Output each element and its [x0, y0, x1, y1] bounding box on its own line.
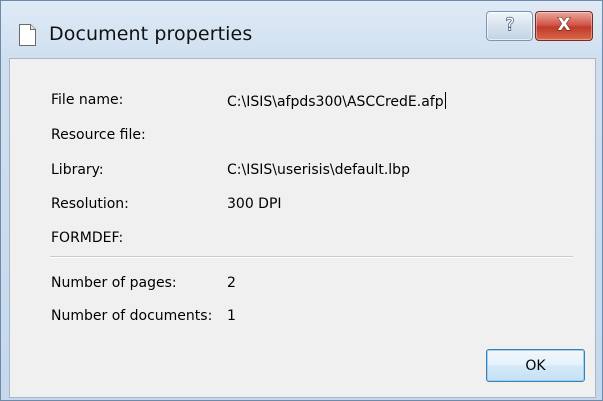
help-icon: ?	[502, 14, 518, 37]
number-of-pages-label: Number of pages:	[51, 275, 177, 291]
resource-file-label: Resource file:	[51, 127, 146, 143]
resolution-value: 300 DPI	[227, 196, 282, 212]
file-name-label: File name:	[51, 92, 124, 108]
window-title: Document properties	[49, 23, 253, 45]
number-of-documents-value: 1	[227, 308, 236, 324]
document-icon	[19, 24, 36, 46]
close-button[interactable]: X	[535, 11, 593, 41]
svg-text:?: ?	[505, 15, 514, 33]
resolution-label: Resolution:	[51, 196, 129, 212]
document-properties-dialog: Document properties ? X File name: C:\IS…	[0, 0, 603, 401]
svg-text:X: X	[557, 16, 570, 32]
divider	[50, 256, 573, 258]
library-value: C:\ISIS\userisis\default.lbp	[227, 162, 410, 178]
file-name-value[interactable]: C:\ISIS\afpds300\ASCCredE.afp	[227, 92, 446, 110]
formdef-label: FORMDEF:	[51, 230, 124, 246]
help-button[interactable]: ?	[486, 11, 533, 41]
number-of-pages-value: 2	[227, 275, 236, 291]
number-of-documents-label: Number of documents:	[51, 308, 213, 324]
library-label: Library:	[51, 162, 104, 178]
ok-button[interactable]: OK	[486, 349, 585, 382]
text-caret	[444, 92, 446, 109]
close-icon: X	[555, 15, 573, 36]
dialog-body: File name: C:\ISIS\afpds300\ASCCredE.afp…	[9, 58, 596, 398]
title-bar[interactable]: Document properties ? X	[1, 1, 602, 57]
